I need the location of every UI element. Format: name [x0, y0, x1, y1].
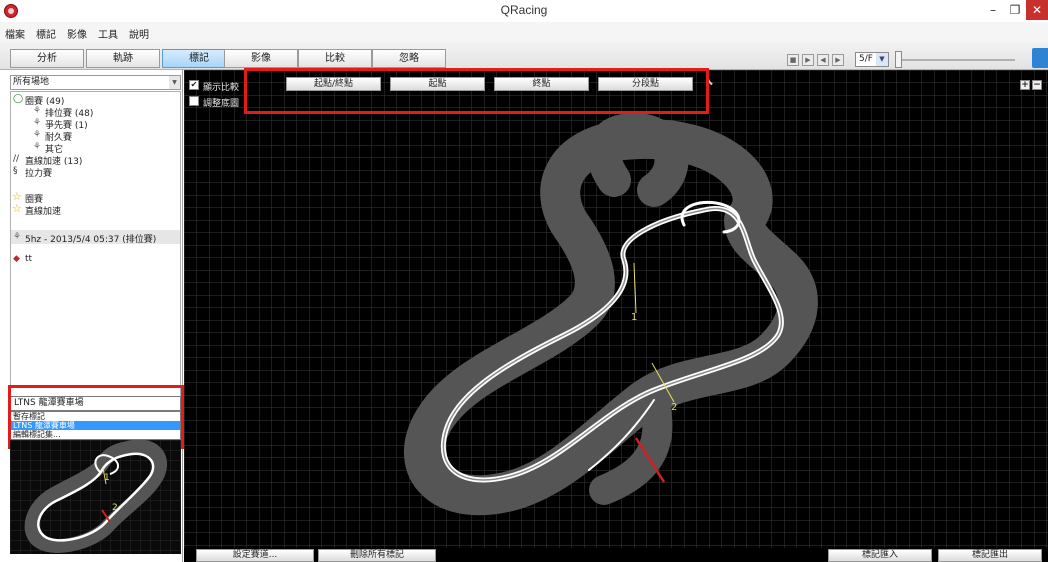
tab-compare[interactable]: 比較 — [298, 49, 372, 68]
help-icon[interactable] — [1032, 48, 1048, 68]
eraser-icon: ◆ — [13, 254, 20, 264]
race-icon: ⚘ — [33, 118, 42, 128]
tab-ignore[interactable]: 忽略 — [372, 49, 446, 68]
skip-back-icon[interactable]: ◀ — [817, 54, 829, 66]
venue-filter-value: 所有場地 — [13, 77, 50, 87]
star-icon: ☆ — [12, 202, 22, 215]
menu-file[interactable]: 檔案 — [5, 26, 25, 41]
zoom-out-icon[interactable]: − — [1032, 80, 1042, 90]
tab-video[interactable]: 影像 — [224, 49, 298, 68]
race-icon: ⚘ — [33, 130, 42, 140]
adjust-map-checkbox[interactable] — [189, 96, 199, 106]
export-marks-button[interactable]: 標記匯出 — [938, 549, 1042, 562]
show-compare-label: 顯示比較 — [203, 83, 240, 93]
menu-tools[interactable]: 工具 — [98, 26, 118, 41]
adjust-map-label: 調整底圖 — [203, 99, 240, 109]
menu-video[interactable]: 影像 — [67, 26, 87, 41]
close-button[interactable]: ✕ — [1026, 0, 1048, 20]
track-map[interactable]: 1 2 — [184, 70, 1048, 548]
minimap-split-label-1: 1 — [104, 473, 110, 483]
split-label-1: 1 — [631, 312, 637, 323]
chevron-down-icon[interactable]: ▼ — [876, 53, 888, 66]
venue-filter-select[interactable]: 所有場地 ▼ — [10, 75, 181, 90]
split-label-2: 2 — [671, 402, 677, 413]
skip-forward-icon[interactable]: ▶ — [832, 54, 844, 66]
window-title: QRacing — [500, 3, 548, 17]
race-icon: ⚘ — [13, 232, 22, 242]
track-map-svg: 1 2 — [184, 70, 1048, 548]
import-marks-button[interactable]: 標記匯入 — [828, 549, 932, 562]
minimize-button[interactable]: – — [982, 0, 1004, 20]
stop-icon[interactable]: ■ — [787, 54, 799, 66]
chevron-down-icon[interactable]: ▼ — [169, 76, 180, 89]
maximize-button[interactable]: ❐ — [1004, 0, 1026, 20]
menu-help[interactable]: 說明 — [129, 26, 149, 41]
highlight-box-toolbar — [244, 68, 709, 114]
race-icon: ⚘ — [33, 142, 42, 152]
title-bar: QRacing – ❐ ✕ — [0, 0, 1048, 22]
tree-session[interactable]: 5hz - 2013/5/4 05:37 (排位賽) — [25, 232, 156, 245]
set-track-button[interactable]: 設定賽道... — [196, 549, 314, 562]
playback-slider-thumb[interactable] — [895, 51, 902, 68]
tree-tt[interactable]: tt — [25, 254, 32, 264]
drag-icon: // — [13, 154, 20, 164]
tab-track[interactable]: 軌跡 — [86, 49, 160, 68]
minimap-split-label-2: 2 — [112, 503, 118, 513]
playback-slider-track[interactable] — [895, 59, 1015, 61]
zoom-in-icon[interactable]: + — [1020, 80, 1030, 90]
minimap[interactable]: 1 2 — [10, 439, 181, 554]
tree-fav-drag[interactable]: 直線加速 — [25, 204, 61, 217]
delete-all-marks-button[interactable]: 刪除所有標記 — [318, 549, 436, 562]
circuit-icon: ◯ — [13, 94, 24, 104]
session-tree[interactable]: ◯ 圈賽 (49) ⚘ 排位賽 (48) ⚘ 爭先賽 (1) ⚘ 耐久賽 ⚘ 其… — [10, 91, 181, 401]
main-tab-bar: 分析 軌跡 標記 影像 比較 忽略 ■ ▶ ◀ ▶ 5/F ▼ — [0, 42, 1048, 70]
menu-mark[interactable]: 標記 — [36, 26, 56, 41]
rally-icon: § — [13, 166, 18, 176]
show-compare-checkbox[interactable]: ✔ — [189, 80, 199, 90]
tab-analysis[interactable]: 分析 — [10, 49, 84, 68]
tree-rally[interactable]: 拉力賽 — [25, 166, 52, 179]
menu-bar: 檔案 標記 影像 工具 說明 — [0, 22, 1048, 42]
race-icon: ⚘ — [33, 106, 42, 116]
play-icon[interactable]: ▶ — [802, 54, 814, 66]
minimap-svg: 1 2 — [10, 439, 181, 554]
